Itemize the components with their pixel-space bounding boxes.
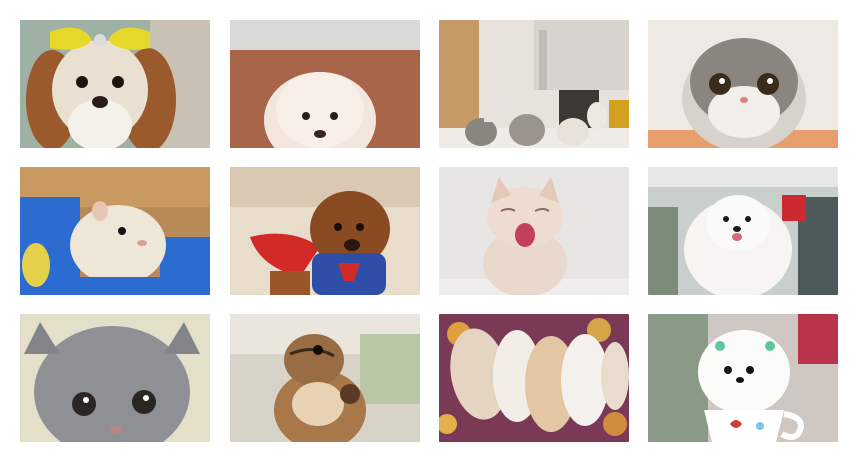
photo-shih-tzu[interactable] (20, 20, 210, 148)
yawning-kitten-image (439, 167, 629, 295)
photo-kittens-shelf[interactable] (439, 20, 629, 148)
kittens-shelf-image (439, 20, 629, 148)
photo-teddy-superman[interactable] (230, 167, 420, 295)
photo-sleeping-kittens[interactable] (439, 314, 629, 442)
photo-hamster[interactable] (20, 167, 210, 295)
hamster-image (20, 167, 210, 295)
pomeranian-teacup-image (648, 314, 838, 442)
photo-pomeranian-teacup[interactable] (648, 314, 838, 442)
photo-grey-kitten[interactable] (20, 314, 210, 442)
pomeranian-window-image (648, 167, 838, 295)
poodle-puppy-image (230, 20, 420, 148)
grey-kitten-image (20, 314, 210, 442)
teddy-superman-image (230, 167, 420, 295)
photo-yawning-kitten[interactable] (439, 167, 629, 295)
sleeping-kittens-image (439, 314, 629, 442)
chipmunk-image (230, 314, 420, 442)
photo-poodle-puppy[interactable] (230, 20, 420, 148)
shih-tzu-image (20, 20, 210, 148)
photo-scottish-fold[interactable] (648, 20, 838, 148)
photo-pomeranian-window[interactable] (648, 167, 838, 295)
image-gallery (0, 0, 860, 462)
photo-chipmunk[interactable] (230, 314, 420, 442)
scottish-fold-image (648, 20, 838, 148)
